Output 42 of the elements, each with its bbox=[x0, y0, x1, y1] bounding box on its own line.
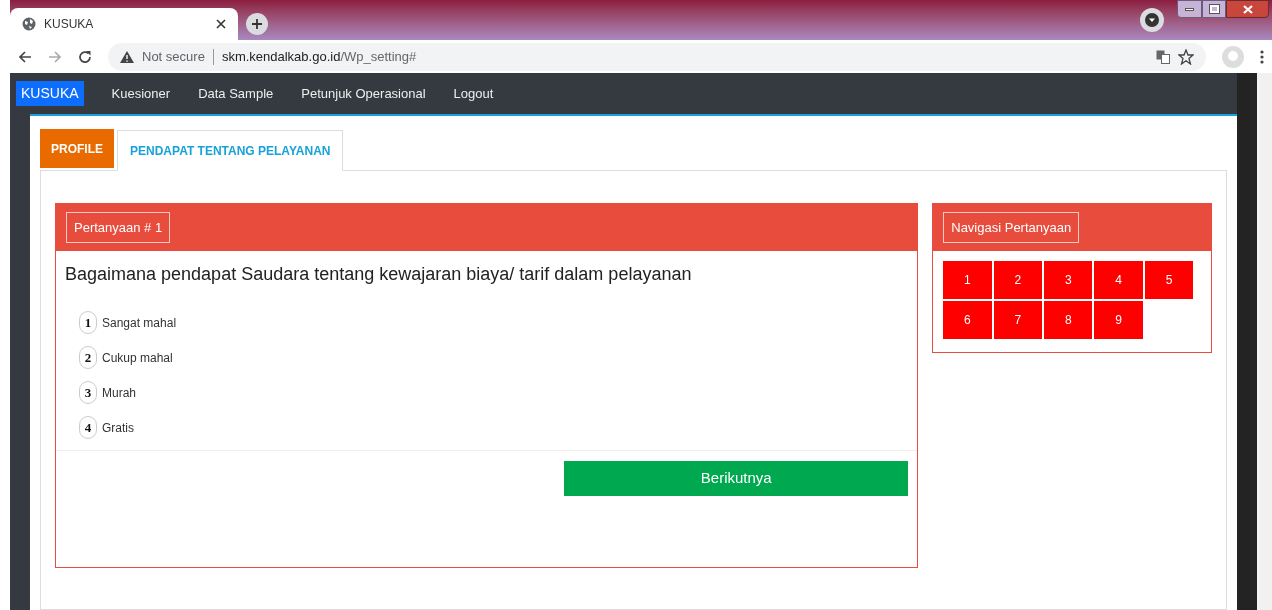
question-nav-button[interactable]: 5 bbox=[1144, 261, 1194, 299]
navigation-title: Navigasi Pertanyaan bbox=[943, 211, 1080, 244]
close-icon[interactable] bbox=[216, 19, 226, 29]
star-icon[interactable] bbox=[1178, 48, 1194, 65]
question-nav-button[interactable]: 9 bbox=[1094, 301, 1143, 339]
reload-icon[interactable] bbox=[78, 49, 92, 64]
restore-button[interactable] bbox=[1202, 0, 1226, 18]
close-icon bbox=[1242, 4, 1253, 14]
window-close-button[interactable] bbox=[1226, 0, 1269, 18]
question-nav-button[interactable]: 2 bbox=[993, 261, 1043, 299]
option-label[interactable]: Cukup mahal bbox=[102, 348, 173, 367]
warning-icon bbox=[120, 50, 134, 63]
security-label: Not secure bbox=[142, 47, 205, 66]
nav-link[interactable]: Petunjuk Operasional bbox=[301, 83, 426, 104]
nav-link[interactable]: Logout bbox=[453, 83, 494, 104]
caret-icon bbox=[1145, 13, 1159, 27]
translate-icon[interactable] bbox=[1156, 49, 1170, 64]
question-nav-button[interactable]: 7 bbox=[993, 301, 1043, 339]
globe-icon bbox=[22, 17, 36, 31]
option-label[interactable]: Gratis bbox=[102, 418, 134, 437]
plus-icon bbox=[251, 18, 263, 30]
browser-tab[interactable]: KUSUKA bbox=[10, 8, 238, 40]
minimize-button[interactable] bbox=[1177, 0, 1202, 18]
brand-logo[interactable]: KUSUKA bbox=[16, 81, 84, 106]
question-nav-button[interactable]: 8 bbox=[1044, 301, 1093, 339]
question-nav-button[interactable]: 4 bbox=[1094, 261, 1143, 299]
address-bar[interactable]: Not secure skm.kendalkab.go.id/Wp_setting# bbox=[108, 42, 1206, 71]
back-icon[interactable] bbox=[18, 49, 32, 64]
question-number: Pertanyaan # 1 bbox=[66, 211, 171, 244]
question-nav-button[interactable]: 1 bbox=[943, 261, 992, 299]
option-label[interactable]: Sangat mahal bbox=[102, 313, 177, 332]
question-nav-button[interactable]: 3 bbox=[1044, 261, 1093, 299]
nav-link[interactable]: Data Sample bbox=[198, 83, 274, 104]
question-text: Bagaimana pendapat Saudara tentang kewajaran biaya/ tarif dalam pelayanan bbox=[64, 263, 693, 286]
question-nav-button[interactable]: 6 bbox=[943, 301, 992, 339]
new-tab-button[interactable] bbox=[246, 13, 268, 35]
nav-link[interactable]: Kuesioner bbox=[111, 83, 171, 104]
url-text: skm.kendalkab.go.id/Wp_setting# bbox=[221, 47, 418, 66]
option-label[interactable]: Murah bbox=[102, 383, 136, 402]
menu-icon[interactable] bbox=[1260, 49, 1264, 64]
profile-menu-button[interactable] bbox=[1140, 8, 1164, 32]
tab-title: KUSUKA bbox=[44, 16, 95, 33]
